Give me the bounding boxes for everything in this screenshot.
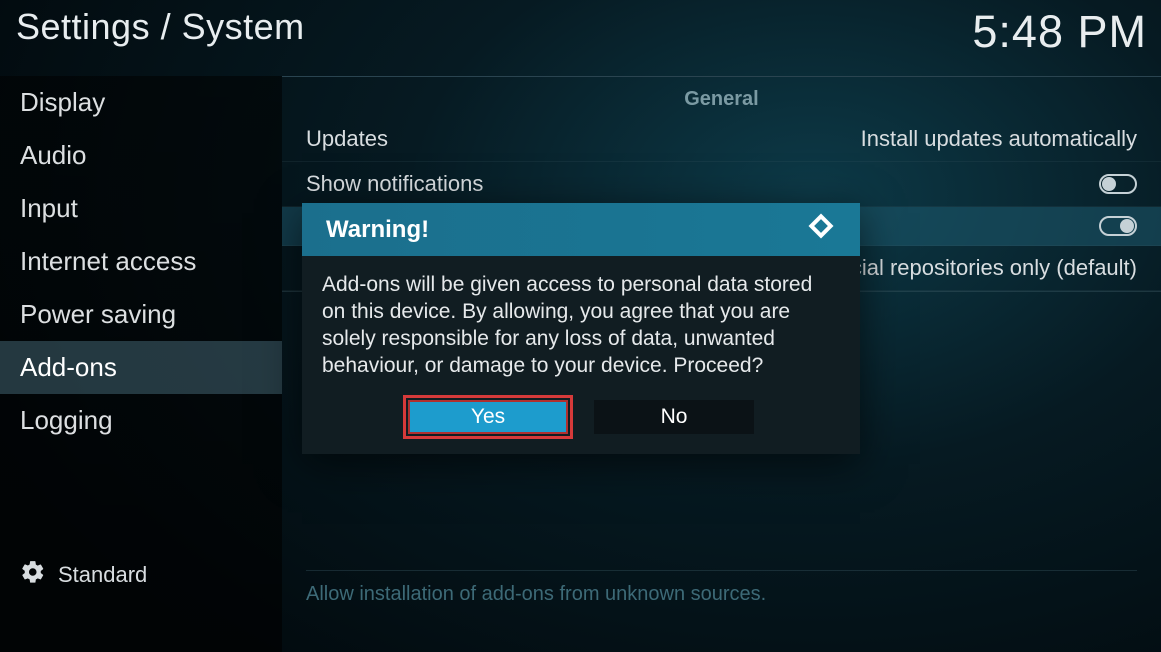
clock: 5:48 PM [972,6,1147,58]
dialog-buttons: Yes No [302,400,860,454]
sidebar-item-input[interactable]: Input [0,182,282,235]
header: Settings / System 5:48 PM [0,0,1161,76]
settings-level[interactable]: Standard [0,549,282,600]
setting-label: Updates [306,126,388,152]
kodi-logo-icon [806,211,836,248]
setting-updates[interactable]: Updates Install updates automatically [282,117,1161,162]
dialog-body: Add-ons will be given access to personal… [302,256,860,400]
sidebar-item-power-saving[interactable]: Power saving [0,288,282,341]
sidebar-item-logging[interactable]: Logging [0,394,282,447]
sidebar-item-audio[interactable]: Audio [0,129,282,182]
yes-button[interactable]: Yes [408,400,568,434]
setting-value: Official repositories only (default) [817,255,1137,281]
dialog-title-bar: Warning! [302,203,860,256]
dialog-title: Warning! [326,216,429,244]
toggle-on-icon[interactable] [1099,216,1137,236]
setting-label: Show notifications [306,171,483,197]
sidebar: Display Audio Input Internet access Powe… [0,76,282,652]
toggle-off-icon[interactable] [1099,174,1137,194]
sidebar-item-add-ons[interactable]: Add-ons [0,341,282,394]
setting-value: Install updates automatically [861,126,1137,152]
warning-dialog: Warning! Add-ons will be given access to… [302,203,860,454]
footer-hint: Allow installation of add-ons from unkno… [306,570,1137,606]
section-header: General [282,76,1161,117]
breadcrumb: Settings / System [16,6,305,48]
setting-show-notifications[interactable]: Show notifications [282,162,1161,207]
gear-icon [20,559,46,590]
sidebar-item-internet-access[interactable]: Internet access [0,235,282,288]
no-button[interactable]: No [594,400,754,434]
sidebar-item-display[interactable]: Display [0,76,282,129]
settings-level-label: Standard [58,562,147,588]
